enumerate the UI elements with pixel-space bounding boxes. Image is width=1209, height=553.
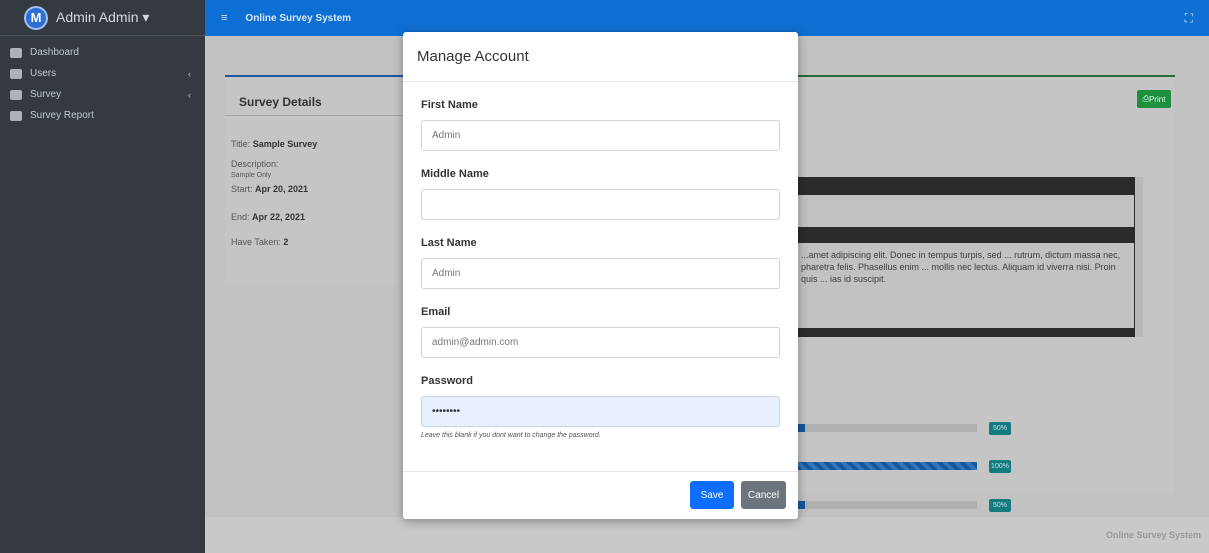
sidebar-item-dashboard[interactable]: Dashboard xyxy=(0,42,205,63)
have-taken-row: Have Taken: 2 xyxy=(231,237,289,247)
modal-title: Manage Account xyxy=(417,48,529,65)
modal-footer: Save Cancel xyxy=(403,471,798,519)
brand-user-menu[interactable]: M Admin Admin ▾ xyxy=(0,0,205,36)
sidebar-nav: Dashboard Users ‹ Survey ‹ Survey Report xyxy=(0,36,205,126)
sidebar-item-label: Survey Report xyxy=(30,110,94,121)
description-label: Description: xyxy=(231,159,279,169)
dashboard-icon xyxy=(10,47,22,58)
end-date-value: Apr 22, 2021 xyxy=(252,212,306,222)
users-icon xyxy=(10,68,22,79)
description-value: Sample Only xyxy=(231,172,272,179)
progress-bar xyxy=(797,501,977,509)
footer-text: Online Survey System xyxy=(1105,530,1201,540)
have-taken-value: 2 xyxy=(283,237,289,247)
question-body: ...amet adipiscing elit. Donec in tempus… xyxy=(797,243,1134,328)
survey-report-card: ⎙ Print ...amet adipiscing elit. Donec i… xyxy=(797,75,1175,512)
hamburger-menu-icon[interactable]: ≡ xyxy=(221,12,227,24)
middle-name-input[interactable] xyxy=(421,189,780,220)
progress-fill xyxy=(797,424,805,432)
progress-badge: 50% xyxy=(989,422,1011,435)
first-name-input[interactable] xyxy=(421,120,780,151)
first-name-label: First Name xyxy=(421,99,478,111)
progress-badge: 50% xyxy=(989,499,1011,512)
progress-bar xyxy=(797,462,977,470)
save-button[interactable]: Save xyxy=(690,481,734,509)
survey-details-card: Survey Details Title: Sample Survey Desc… xyxy=(225,75,425,285)
footer: Online Survey System xyxy=(205,517,1209,553)
sidebar-item-label: Survey xyxy=(30,89,62,100)
start-date-row: Start: Apr 20, 2021 xyxy=(231,184,309,194)
last-name-input[interactable] xyxy=(421,258,780,289)
chevron-left-icon: ‹ xyxy=(188,68,191,79)
survey-title-row: Title: Sample Survey xyxy=(231,139,318,149)
question-box: ...amet adipiscing elit. Donec in tempus… xyxy=(797,177,1141,337)
card-title: Survey Details xyxy=(239,95,322,109)
divider xyxy=(225,115,425,116)
password-hint: Leave this blank if you dont want to cha… xyxy=(421,432,601,439)
report-icon xyxy=(10,110,22,121)
password-label: Password xyxy=(421,375,473,387)
user-menu-label: Admin Admin ▾ xyxy=(56,9,150,25)
email-input[interactable] xyxy=(421,327,780,358)
progress-fill xyxy=(797,501,805,509)
middle-name-label: Middle Name xyxy=(421,168,489,180)
print-button[interactable]: ⎙ Print xyxy=(1137,90,1171,108)
survey-icon xyxy=(10,89,22,100)
sidebar-item-label: Users xyxy=(30,68,57,79)
progress-fill xyxy=(797,462,977,470)
progress-bar xyxy=(797,424,977,432)
sidebar-item-users[interactable]: Users ‹ xyxy=(0,63,205,84)
chevron-left-icon: ‹ xyxy=(188,89,191,100)
scrollbar[interactable] xyxy=(1135,177,1143,337)
topbar: ≡ Online Survey System ⛶ xyxy=(205,0,1209,36)
last-name-label: Last Name xyxy=(421,237,477,249)
sidebar-item-survey[interactable]: Survey ‹ xyxy=(0,84,205,105)
app-title: Online Survey System xyxy=(245,12,352,24)
brand-logo: M xyxy=(24,5,48,30)
sidebar-item-survey-report[interactable]: Survey Report xyxy=(0,105,205,126)
end-date-row: End: Apr 22, 2021 xyxy=(231,212,306,222)
survey-title-value: Sample Survey xyxy=(252,139,318,149)
progress-badge: 100% xyxy=(989,460,1011,473)
modal-header: Manage Account xyxy=(403,32,798,82)
modal-body: First Name Middle Name Last Name Email P… xyxy=(403,99,798,439)
email-label: Email xyxy=(421,306,451,318)
question-text: ...amet adipiscing elit. Donec in tempus… xyxy=(801,250,1121,284)
cancel-button[interactable]: Cancel xyxy=(741,481,786,509)
password-input[interactable] xyxy=(421,396,780,427)
fullscreen-icon[interactable]: ⛶ xyxy=(1185,11,1193,26)
sidebar: M Admin Admin ▾ Dashboard Users ‹ Survey… xyxy=(0,0,205,553)
question-header xyxy=(797,195,1134,227)
manage-account-modal: Manage Account First Name Middle Name La… xyxy=(403,32,798,519)
sidebar-item-label: Dashboard xyxy=(30,47,79,58)
start-date-value: Apr 20, 2021 xyxy=(255,184,309,194)
